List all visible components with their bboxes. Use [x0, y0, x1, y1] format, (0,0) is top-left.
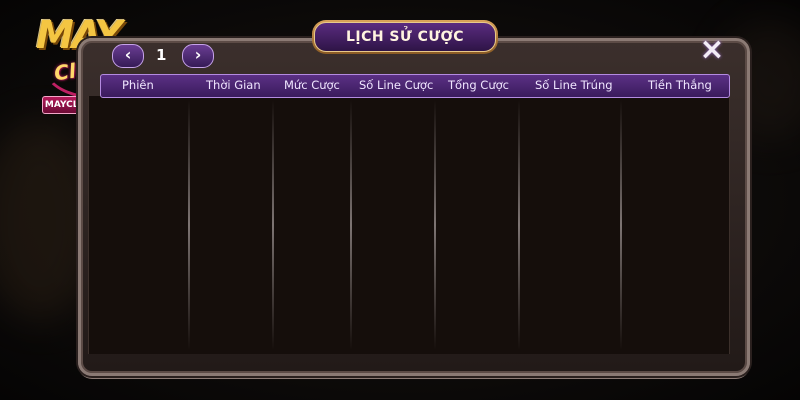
column-divider [188, 100, 190, 350]
chevron-left-icon: ‹ [124, 45, 132, 64]
column-divider [518, 100, 520, 350]
prev-page-button[interactable]: ‹ [112, 44, 144, 68]
close-icon: × [699, 32, 725, 67]
column-header-tien-thang: Tiền Thắng [648, 78, 712, 92]
column-divider [434, 100, 436, 350]
dialog-title: LỊCH SỬ CƯỢC [314, 22, 496, 52]
history-table-body [88, 96, 730, 354]
next-page-button[interactable]: › [182, 44, 214, 68]
column-header-tong-cuoc: Tổng Cược [448, 78, 509, 92]
column-header-so-line-trung: Số Line Trúng [535, 78, 613, 92]
column-header-so-line-cuoc: Số Line Cược [359, 78, 434, 92]
dialog-title-tab: LỊCH SỬ CƯỢC [312, 20, 498, 54]
column-header-muc-cuoc: Mức Cược [284, 78, 340, 92]
page-number: 1 [156, 46, 167, 64]
close-button[interactable]: × [694, 32, 730, 68]
column-divider [350, 100, 352, 350]
chevron-right-icon: › [194, 45, 202, 64]
column-header-phien: Phiên [122, 78, 154, 92]
column-header-thoi-gian: Thời Gian [206, 78, 261, 92]
column-divider [620, 100, 622, 350]
column-divider [272, 100, 274, 350]
